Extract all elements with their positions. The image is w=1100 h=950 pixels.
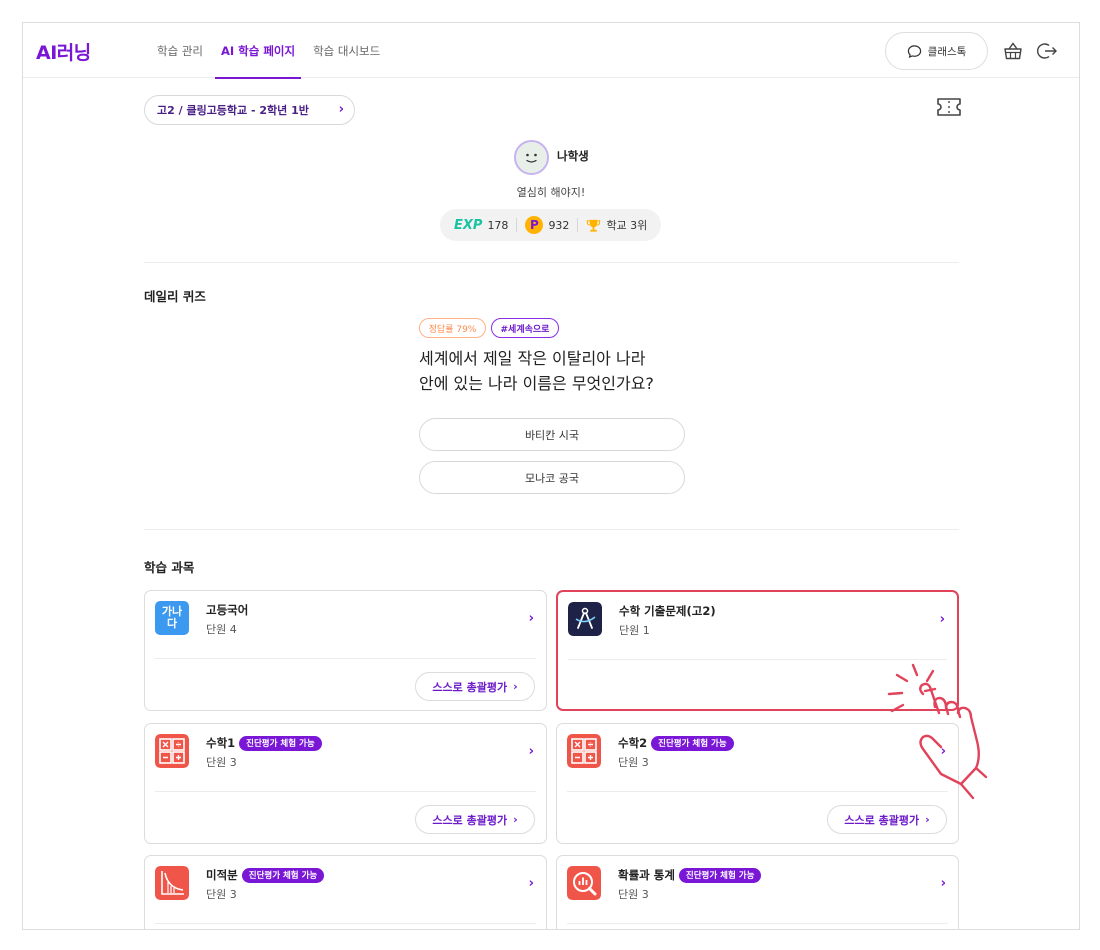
divider bbox=[516, 218, 518, 232]
app-logo[interactable]: AI러닝 bbox=[36, 38, 91, 65]
smiley-face-icon bbox=[517, 143, 546, 172]
avatar[interactable] bbox=[514, 140, 549, 175]
card-divider bbox=[155, 923, 536, 924]
topic-hashtag[interactable]: #세계속으로 bbox=[491, 318, 559, 338]
subject-title: 미적분 진단평가 체험 가능 bbox=[206, 867, 325, 883]
self-evaluation-button[interactable]: 스스로 총괄평가 › bbox=[415, 672, 535, 701]
diagnostic-trial-badge: 진단평가 체험 가능 bbox=[651, 735, 734, 751]
class-selector-button[interactable]: 고2 / 클링고등학교 - 2학년 1반 › bbox=[144, 95, 355, 125]
profile-stats: EXP 178 P 932 학교 3위 bbox=[440, 209, 661, 241]
subject-title: 수학2 진단평가 체험 가능 bbox=[618, 735, 734, 751]
classtalk-label: 클래스톡 bbox=[927, 45, 967, 58]
self-evaluation-button[interactable]: 스스로 총괄평가 › bbox=[827, 805, 947, 834]
magnifier-chart-icon bbox=[567, 866, 601, 900]
diagnostic-trial-badge: 진단평가 체험 가능 bbox=[241, 867, 325, 883]
logout-icon[interactable] bbox=[1036, 40, 1058, 62]
top-navigation-bar: AI러닝 학습 관리 AI 학습 페이지 학습 대시보드 클래스톡 bbox=[23, 23, 1079, 79]
subject-title-text: 미적분 bbox=[206, 868, 238, 882]
correct-rate-tag: 정답률 79% bbox=[419, 318, 486, 338]
card-divider bbox=[568, 659, 947, 660]
profile-status-message: 열심히 해야지! bbox=[516, 186, 586, 199]
ticket-icon[interactable] bbox=[936, 97, 962, 117]
diagnostic-trial-badge: 진단평가 체험 가능 bbox=[239, 735, 322, 751]
quiz-question: 세계에서 제일 작은 이탈리아 나라 안에 있는 나라 이름은 무엇인가요? bbox=[419, 346, 719, 396]
chevron-right-icon[interactable]: › bbox=[529, 876, 534, 891]
korean-text-icon: 가나다 bbox=[155, 601, 189, 635]
self-evaluation-button[interactable]: 스스로 총괄평가 › bbox=[415, 805, 535, 834]
korean-text-icon-label: 가나다 bbox=[161, 605, 183, 630]
points-value: 932 bbox=[548, 218, 570, 232]
chevron-right-icon: › bbox=[513, 813, 518, 826]
subject-unit: 단원 1 bbox=[619, 624, 650, 637]
chevron-right-icon: › bbox=[925, 813, 930, 826]
subject-unit: 단원 3 bbox=[206, 888, 237, 901]
subject-title-text: 고등국어 bbox=[206, 603, 249, 617]
subject-unit: 단원 4 bbox=[206, 623, 237, 636]
school-rank: 학교 3위 bbox=[606, 219, 648, 232]
daily-quiz-title: 데일리 퀴즈 bbox=[144, 289, 206, 304]
subject-title: 확률과 통계 진단평가 체험 가능 bbox=[618, 867, 762, 883]
subject-unit: 단원 3 bbox=[618, 756, 649, 769]
class-selector-label: 고2 / 클링고등학교 - 2학년 1반 bbox=[157, 104, 309, 117]
quiz-answer-option[interactable]: 모나코 공국 bbox=[419, 461, 685, 494]
exp-label: EXP bbox=[454, 217, 483, 233]
subject-card-korean[interactable]: 가나다 고등국어 단원 4 › 스스로 총괄평가 › bbox=[144, 590, 547, 711]
subject-title: 수학1 진단평가 체험 가능 bbox=[206, 735, 322, 751]
divider bbox=[577, 218, 579, 232]
shopping-basket-icon[interactable] bbox=[1002, 40, 1024, 62]
chevron-right-icon: › bbox=[338, 102, 344, 117]
self-evaluation-label: 스스로 총괄평가 bbox=[844, 813, 920, 827]
self-evaluation-label: 스스로 총괄평가 bbox=[432, 813, 508, 827]
app-frame: AI러닝 학습 관리 AI 학습 페이지 학습 대시보드 클래스톡 고2 / 클… bbox=[22, 22, 1080, 930]
calculator-icon bbox=[567, 734, 601, 768]
chevron-right-icon[interactable]: › bbox=[941, 876, 946, 891]
subject-title-text: 수학1 bbox=[206, 736, 236, 750]
card-divider bbox=[567, 923, 948, 924]
chevron-right-icon: › bbox=[513, 680, 518, 693]
subject-unit: 단원 3 bbox=[618, 888, 649, 901]
subject-card-probability-statistics[interactable]: 확률과 통계 진단평가 체험 가능 단원 3 › bbox=[556, 855, 959, 929]
compass-icon bbox=[568, 602, 602, 636]
quiz-question-line: 안에 있는 나라 이름은 무엇인가요? bbox=[419, 374, 654, 393]
subject-card-calculus[interactable]: 미적분 진단평가 체험 가능 단원 3 › bbox=[144, 855, 547, 929]
subject-title-text: 수학2 bbox=[618, 736, 648, 750]
subject-card-math1[interactable]: 수학1 진단평가 체험 가능 단원 3 › 스스로 총괄평가 › bbox=[144, 723, 547, 844]
classtalk-button[interactable]: 클래스톡 bbox=[885, 32, 988, 70]
subject-title-text: 수학 기출문제(고2) bbox=[619, 604, 716, 618]
chat-bubble-icon bbox=[907, 44, 921, 58]
point-coin-icon: P bbox=[525, 216, 544, 234]
card-divider bbox=[155, 658, 536, 659]
subject-title: 고등국어 bbox=[206, 602, 248, 618]
self-evaluation-label: 스스로 총괄평가 bbox=[432, 680, 508, 694]
nav-item-ai-learning-page[interactable]: AI 학습 페이지 bbox=[213, 23, 303, 79]
nav-item-learning-management[interactable]: 학습 관리 bbox=[149, 23, 211, 78]
section-divider bbox=[144, 262, 959, 263]
subject-unit: 단원 3 bbox=[206, 756, 237, 769]
exp-value: 178 bbox=[487, 218, 509, 232]
chevron-right-icon[interactable]: › bbox=[529, 744, 534, 759]
subject-title: 수학 기출문제(고2) bbox=[619, 603, 716, 619]
graph-curve-icon bbox=[155, 866, 189, 900]
pointing-hand-icon bbox=[887, 663, 988, 800]
section-divider bbox=[144, 529, 959, 530]
chevron-right-icon[interactable]: › bbox=[940, 612, 945, 627]
subject-title-text: 확률과 통계 bbox=[618, 868, 675, 882]
trophy-icon bbox=[586, 218, 601, 233]
quiz-answer-option[interactable]: 바티칸 시국 bbox=[419, 418, 685, 451]
profile-name: 나학생 bbox=[557, 149, 589, 163]
diagnostic-trial-badge: 진단평가 체험 가능 bbox=[678, 867, 762, 883]
subjects-title: 학습 과목 bbox=[144, 560, 195, 575]
nav-item-learning-dashboard[interactable]: 학습 대시보드 bbox=[305, 23, 388, 78]
quiz-question-line: 세계에서 제일 작은 이탈리아 나라 bbox=[419, 349, 646, 368]
calculator-icon bbox=[155, 734, 189, 768]
main-nav: 학습 관리 AI 학습 페이지 학습 대시보드 bbox=[149, 23, 390, 79]
card-divider bbox=[155, 791, 536, 792]
chevron-right-icon[interactable]: › bbox=[529, 611, 534, 626]
